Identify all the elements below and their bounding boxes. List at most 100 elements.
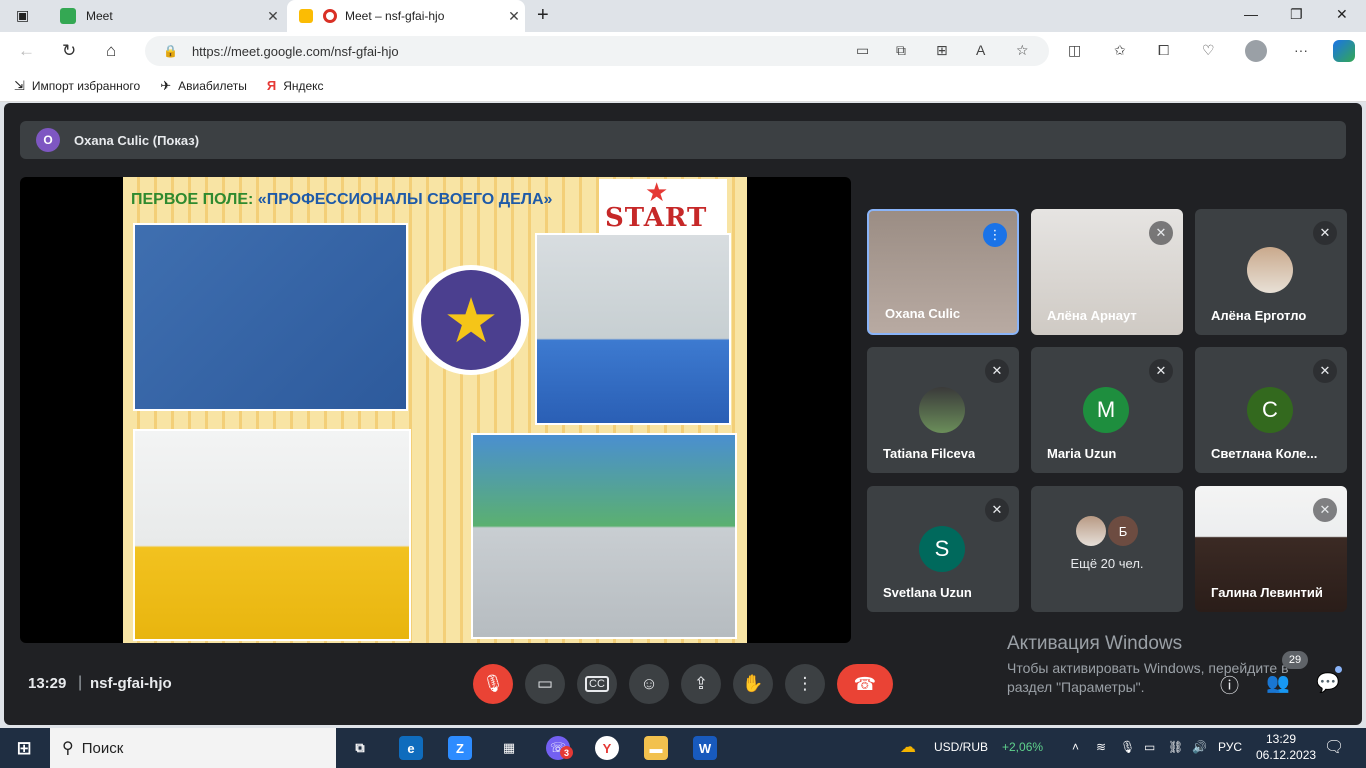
camera-toggle-button[interactable]: ▭ [525,664,565,704]
camera-icon: ▭ [536,674,554,693]
read-aloud-icon[interactable]: A [976,42,985,58]
bookmark-label: Импорт избранного [31,78,141,93]
usb-icon[interactable]: ⛓ [1168,740,1183,754]
participant-tile[interactable]: ✕ Tatiana Filceva [867,347,1019,473]
tab-actions-icon[interactable]: ▣ [16,7,29,24]
participant-name: Oxana Culic [885,306,961,321]
tab-meet-active[interactable]: Meet – nsf-gfai-hjo ✕ [287,0,525,32]
refresh-icon[interactable]: ↻ [62,41,76,61]
tab-meet[interactable]: Meet ✕ [48,0,284,32]
close-window-icon[interactable]: ✕ [1336,6,1348,23]
star-badge: ★ [413,265,529,375]
close-tab-icon[interactable]: ✕ [262,8,284,25]
home-icon[interactable]: ⌂ [106,41,116,61]
file-explorer-icon[interactable]: ▬ [644,736,668,760]
presentation-stage: ПЕРВОЕ ПОЛЕ: «ПРОФЕССИОНАЛЫ СВОЕГО ДЕЛА»… [20,177,851,643]
taskbar-search[interactable]: ⚲ Поиск [50,728,336,768]
profile-avatar[interactable] [1245,40,1267,62]
favorite-star-icon[interactable]: ☆ [1016,42,1029,59]
word-icon[interactable]: W [693,736,717,760]
minimize-icon[interactable]: — [1244,6,1258,22]
language-indicator[interactable]: РУС [1218,740,1242,754]
more-count-label: Ещё 20 чел. [1070,556,1144,571]
show-hidden-icons-icon[interactable]: ˄ [1072,740,1079,754]
viber-badge: 3 [560,746,573,759]
avatar [1247,247,1293,293]
notifications-icon[interactable]: 🗨 [1324,737,1344,757]
lock-icon: 🔒 [163,44,178,58]
present-button[interactable]: ⇪ [681,664,721,704]
search-icon: ⚲ [62,740,74,757]
participant-tile[interactable]: ⋮ Oxana Culic [867,209,1019,335]
favorites-icon[interactable]: ✩ [1114,42,1126,59]
bookmark-import[interactable]: ⇲ Импорт избранного [14,78,140,94]
new-tab-icon[interactable]: + [537,4,549,27]
participant-tile[interactable]: ✕ Галина Левинтий [1195,486,1347,612]
participant-name: Maria Uzun [1047,446,1117,461]
zoom-icon[interactable]: Z [448,736,472,760]
more-vert-icon: ⋮ [796,674,814,693]
more-menu-icon[interactable]: ··· [1294,42,1308,58]
bookmark-flights[interactable]: ✈ Авиабилеты [160,78,247,94]
microphone-icon[interactable]: 🎙 [1120,740,1135,754]
meeting-clock: 13:29 [28,675,67,692]
tray-date[interactable]: 06.12.2023 [1256,748,1316,762]
cast-icon[interactable]: ⧉ [896,42,906,59]
tray-time[interactable]: 13:29 [1266,732,1296,746]
windows-start-icon[interactable]: ⊞ [12,736,36,760]
edge-icon[interactable]: e [399,736,423,760]
restore-icon[interactable]: ❐ [1290,6,1303,23]
participant-name: Галина Левинтий [1211,585,1323,600]
recording-icon [323,9,337,23]
meeting-code: nsf-gfai-hjo [90,675,172,692]
more-participants-tile[interactable]: Б Ещё 20 чел. [1031,486,1183,612]
yandex-icon: Я [266,78,277,93]
reactions-button[interactable]: ☺ [629,664,669,704]
wifi-icon[interactable]: ≋ [1096,740,1106,754]
people-count-badge: 29 [1282,651,1308,669]
mini-avatars: Б [1076,516,1138,546]
address-field[interactable]: 🔒 https://meet.google.com/nsf-gfai-hjo [145,36,1049,66]
browser-essentials-icon[interactable]: ♡ [1202,42,1215,59]
mic-off-icon: ✕ [985,359,1009,383]
bookmark-label: Авиабилеты [178,78,247,93]
task-view-icon[interactable]: ⧉ [348,736,372,760]
participant-tile[interactable]: ✕ S Svetlana Uzun [867,486,1019,612]
close-tab-icon[interactable]: ✕ [503,8,525,25]
weather-icon[interactable]: ☁ [900,737,916,757]
participant-name: Светлана Коле... [1211,446,1318,461]
photo-students-table [535,233,731,425]
collections-icon[interactable]: ⧠ [1158,42,1169,59]
participant-tile[interactable]: ✕ Алёна Ерготло [1195,209,1347,335]
back-icon[interactable]: ← [18,41,35,61]
yandex-browser-icon[interactable]: Y [595,736,619,760]
bookmark-yandex[interactable]: Я Яндекс [267,78,324,93]
more-options-button[interactable]: ⋮ [785,664,825,704]
participant-tile[interactable]: ✕ M Maria Uzun [1031,347,1183,473]
captions-button[interactable]: CC [577,664,617,704]
presentation-bar: O Oxana Culic (Показ) [20,121,1346,159]
split-screen-icon[interactable]: ◫ [1068,42,1081,59]
apps-icon[interactable]: ⊞ [936,42,948,59]
photo-cards [133,223,408,411]
meeting-info-icon[interactable]: ⓘ [1220,671,1239,698]
battery-icon[interactable]: ▭ [1144,740,1155,754]
presenter-label: Oxana Culic (Показ) [74,132,200,148]
raise-hand-button[interactable]: ✋ [733,664,773,704]
mic-toggle-button[interactable]: 🎙 [473,664,513,704]
chat-icon[interactable]: 💬 [1316,671,1340,695]
winrar-icon[interactable]: ▦ [497,736,521,760]
shared-slide: ПЕРВОЕ ПОЛЕ: «ПРОФЕССИОНАЛЫ СВОЕГО ДЕЛА»… [123,177,747,643]
hand-icon: ✋ [742,674,764,693]
participant-tile[interactable]: ✕ C Светлана Коле... [1195,347,1347,473]
leave-call-button[interactable]: ☎ [837,664,893,704]
meet-favicon-icon [60,8,76,24]
mic-off-icon: ✕ [1149,359,1173,383]
copilot-icon[interactable] [1333,40,1355,62]
camera-permission-icon[interactable]: ▭ [856,42,869,59]
volume-icon[interactable]: 🔊 [1192,740,1207,754]
participant-tile[interactable]: ✕ Алёна Арнаут [1031,209,1183,335]
people-icon[interactable]: 👥 [1266,671,1290,695]
ticker-label[interactable]: USD/RUB [934,740,988,754]
import-icon: ⇲ [14,77,25,93]
